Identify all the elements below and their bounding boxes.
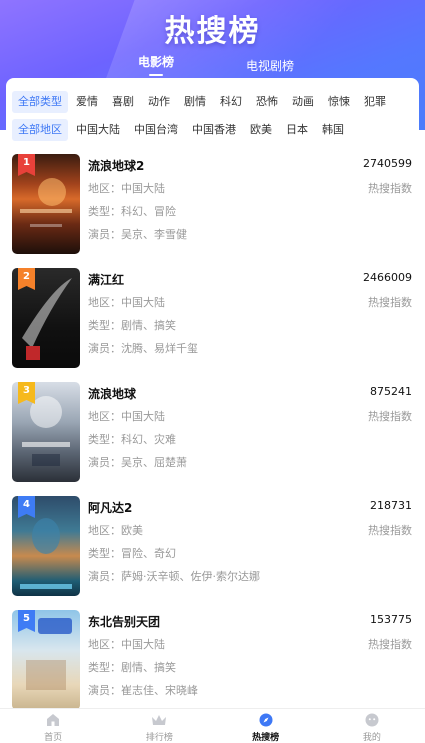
movie-cast: 演员：崔志佳、宋晓峰: [88, 684, 198, 697]
filter-type-romance[interactable]: 爱情: [70, 91, 104, 113]
movie-cast: 演员：吴京、屈楚萧: [88, 456, 187, 469]
filter-type-thriller[interactable]: 惊悚: [322, 91, 356, 113]
heat-label: 热搜指数: [368, 410, 412, 423]
tab-label: 电影榜: [137, 55, 174, 69]
filter-type-horror[interactable]: 恐怖: [250, 91, 284, 113]
movie-title: 东北告别天团: [88, 615, 161, 629]
movie-genre: 类型：科幻、灾难: [88, 433, 176, 446]
filter-type-drama[interactable]: 剧情: [178, 91, 212, 113]
tab-label: 电视剧榜: [245, 59, 294, 73]
filter-type-all[interactable]: 全部类型: [12, 91, 68, 113]
movie-region: 地区：中国大陆: [88, 296, 165, 309]
home-icon: [47, 714, 60, 726]
heat-label: 热搜指数: [368, 182, 412, 195]
movie-title: 流浪地球: [88, 387, 137, 401]
profile-icon: [365, 713, 379, 727]
movie-region: 地区：中国大陆: [88, 638, 165, 651]
movie-item[interactable]: 4 阿凡达2 218731 地区：欧美 热搜指数 类型：冒险、奇幻 演员：萨姆·…: [12, 496, 412, 600]
movie-title: 流浪地球2: [88, 159, 145, 173]
filter-region-japan[interactable]: 日本: [280, 119, 314, 141]
filter-type-action[interactable]: 动作: [142, 91, 176, 113]
filter-region-hongkong[interactable]: 中国香港: [186, 119, 242, 141]
filter-region-all[interactable]: 全部地区: [12, 119, 68, 141]
category-tabs: 电影榜 电视剧榜: [0, 53, 425, 79]
movie-cast: 演员：萨姆·沃辛顿、佐伊·索尔达娜: [88, 570, 260, 583]
nav-label: 首页: [44, 733, 63, 743]
nav-home[interactable]: 首页: [0, 709, 106, 743]
heat-label: 热搜指数: [368, 524, 412, 537]
filter-type-animation[interactable]: 动画: [286, 91, 320, 113]
compass-icon: [259, 713, 273, 727]
type-filter-row: 全部类型 爱情 喜剧 动作 剧情 科幻 恐怖 动画 惊悚 犯罪: [12, 91, 394, 113]
nav-hot-search[interactable]: 热搜榜: [213, 709, 319, 743]
heat-score: 218731: [370, 499, 412, 512]
movie-genre: 类型：科幻、冒险: [88, 205, 176, 218]
movie-item[interactable]: 2 满江红 2466009 地区：中国大陆 热搜指数 类型：剧情、搞笑 演员：沈…: [12, 268, 412, 372]
movie-region: 地区：中国大陆: [88, 410, 165, 423]
movie-region: 地区：欧美: [88, 524, 143, 537]
nav-label: 热搜榜: [252, 733, 280, 743]
movie-item[interactable]: 3 流浪地球 875241 地区：中国大陆 热搜指数 类型：科幻、灾难 演员：吴…: [12, 382, 412, 486]
movie-region: 地区：中国大陆: [88, 182, 165, 195]
movie-genre: 类型：冒险、奇幻: [88, 547, 176, 560]
movie-item[interactable]: 1 流浪地球2 2740599 地区：中国大陆 热搜指数 类型：科幻、冒险 演员…: [12, 154, 412, 258]
movie-title: 阿凡达2: [88, 501, 133, 515]
filter-region-korea[interactable]: 韩国: [316, 119, 350, 141]
heat-score: 2466009: [363, 271, 412, 284]
filter-region-western[interactable]: 欧美: [244, 119, 278, 141]
filter-type-crime[interactable]: 犯罪: [358, 91, 392, 113]
crown-icon: [152, 715, 167, 725]
content-card: 全部类型 爱情 喜剧 动作 剧情 科幻 恐怖 动画 惊悚 犯罪 全部地区 中国大…: [6, 78, 419, 708]
filter-type-comedy[interactable]: 喜剧: [106, 91, 140, 113]
bottom-nav: 首页 排行榜 热搜榜 我的: [0, 708, 425, 743]
filter-region-mainland[interactable]: 中国大陆: [70, 119, 126, 141]
heat-label: 热搜指数: [368, 638, 412, 651]
region-filter-row: 全部地区 中国大陆 中国台湾 中国香港 欧美 日本 韩国: [12, 119, 352, 141]
movie-genre: 类型：剧情、搞笑: [88, 319, 176, 332]
nav-profile[interactable]: 我的: [319, 709, 425, 743]
movie-genre: 类型：剧情、搞笑: [88, 661, 176, 674]
tab-movie-rank[interactable]: 电影榜: [130, 53, 182, 76]
page-title: 热搜榜: [164, 14, 261, 49]
movie-cast: 演员：沈腾、易烊千玺: [88, 342, 198, 355]
movie-title: 满江红: [88, 273, 125, 287]
movie-cast: 演员：吴京、李雪健: [88, 228, 187, 241]
filter-type-scifi[interactable]: 科幻: [214, 91, 248, 113]
nav-ranking[interactable]: 排行榜: [106, 709, 212, 743]
nav-label: 排行榜: [145, 733, 173, 743]
nav-label: 我的: [362, 733, 381, 743]
heat-score: 875241: [370, 385, 412, 398]
heat-score: 153775: [370, 613, 412, 626]
heat-label: 热搜指数: [368, 296, 412, 309]
movie-item[interactable]: 5 东北告别天团 153775 地区：中国大陆 热搜指数 类型：剧情、搞笑 演员…: [12, 610, 412, 708]
tab-tv-rank[interactable]: 电视剧榜: [240, 57, 300, 74]
filter-region-taiwan[interactable]: 中国台湾: [128, 119, 184, 141]
heat-score: 2740599: [363, 157, 412, 170]
tab-underline: [149, 74, 163, 76]
